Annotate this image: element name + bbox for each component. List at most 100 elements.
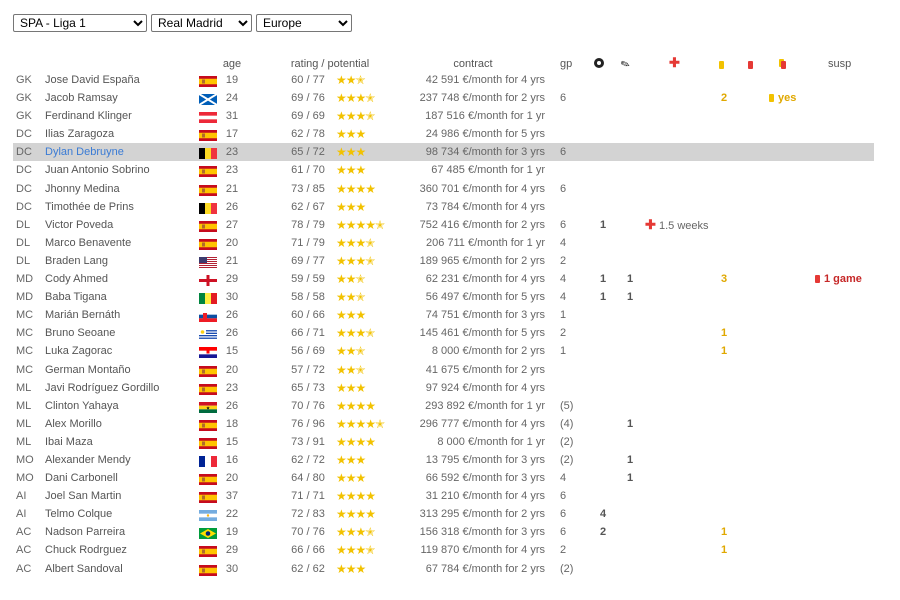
player-name-link[interactable]: Jose David España (45, 71, 195, 89)
player-name-link[interactable]: Ilias Zaragoza (45, 125, 195, 143)
table-row[interactable]: MO Dani Carbonell 20 64 / 80 ★★★ 66 592 €/mon… (13, 469, 874, 487)
susp-header[interactable]: susp (828, 57, 851, 71)
player-name-link[interactable]: Victor Poveda (45, 216, 195, 234)
player-name-link[interactable]: Javi Rodríguez Gordillo (45, 379, 195, 397)
table-row[interactable]: AC Albert Sandoval 30 62 / 62 ★★★ 67 784 €/mo… (13, 560, 874, 578)
age-header[interactable]: age (219, 57, 245, 71)
contract-header[interactable]: contract (423, 57, 523, 71)
table-row[interactable]: ML Alex Morillo 18 76 / 96 ★★★★✭ 296 777 €/mo… (13, 415, 874, 433)
player-name-link[interactable]: Marco Benavente (45, 234, 195, 252)
table-row[interactable]: ML Javi Rodríguez Gordillo 23 65 / 73 ★★★ 97 … (13, 379, 874, 397)
position-cell: DC (16, 182, 32, 195)
star-rating-icon: ★★★★ (336, 181, 376, 196)
player-name-link[interactable]: Dani Carbonell (45, 469, 195, 487)
star-rating-icon: ★★✭ (336, 290, 366, 305)
spain-flag-icon (199, 129, 217, 142)
table-row[interactable]: ML Clinton Yahaya ★ 26 70 / 76 ★★★★ 293 892 €/… (13, 397, 874, 415)
player-name-link[interactable]: Chuck Rodrguez (45, 541, 195, 559)
player-name-link[interactable]: Marián Bernáth (45, 306, 195, 324)
contract-cell: 67 485 €/month for 1 yr (431, 164, 545, 177)
region-select[interactable]: Europe (256, 14, 352, 32)
player-name-link[interactable]: Cody Ahmed (45, 270, 195, 288)
contract-cell: 73 784 €/month for 4 yrs (425, 200, 545, 213)
red-card-icon[interactable] (748, 58, 757, 72)
table-row[interactable]: MC Marián Bernáth 26 60 / 66 ★★★ 74 751 €/mon… (13, 306, 874, 324)
player-name-link[interactable]: Nadson Parreira (45, 523, 195, 541)
rating-value: 60 (291, 309, 304, 322)
table-row[interactable]: ML Ibai Maza 15 73 / 91 ★★★★ 8 000 €/month fo… (13, 433, 874, 451)
table-row[interactable]: DC Ilias Zaragoza 17 62 / 78 ★★★ 24 986 €/mon… (13, 125, 874, 143)
position-cell: DC (16, 146, 32, 159)
rating-header[interactable]: rating / potential (275, 57, 385, 71)
soccer-ball-icon[interactable] (594, 58, 604, 72)
games-played-cell: 6 (560, 218, 567, 231)
rating-value: 69 (291, 110, 304, 123)
player-name-link[interactable]: Alexander Mendy (45, 451, 195, 469)
player-name-link[interactable]: Dylan Debruyne (45, 143, 195, 161)
league-select[interactable]: SPA - Liga 1 (13, 14, 147, 32)
player-name-link[interactable]: Albert Sandoval (45, 560, 195, 578)
player-name-link[interactable]: Joel San Martin (45, 487, 195, 505)
potential-value: 77 (312, 254, 325, 267)
usa-flag-icon (199, 256, 217, 268)
gp-header[interactable]: gp (560, 57, 582, 71)
player-name-link[interactable]: Bruno Seoane (45, 324, 195, 342)
table-row[interactable]: AC Nadson Parreira 19 70 / 76 ★★★✭ 156 318 €/… (13, 523, 874, 541)
player-name-link[interactable]: Ibai Maza (45, 433, 195, 451)
games-played-cell: (4) (560, 417, 574, 430)
star-rating-icon: ★★★✭ (336, 235, 375, 250)
player-name-link[interactable]: Juan Antonio Sobrino (45, 161, 195, 179)
potential-value: 76 (312, 92, 325, 105)
player-name-link[interactable]: Ferdinand Klinger (45, 107, 195, 125)
player-name-link[interactable]: Braden Lang (45, 252, 195, 270)
table-row[interactable]: MO Alexander Mendy 16 62 / 72 ★★★ 13 795 €/mo… (13, 451, 874, 469)
contract-cell: 97 924 €/month for 4 yrs (425, 381, 545, 394)
table-row[interactable]: MC Bruno Seoane 26 66 / 71 ★★★✭ 145 461 €/mon… (13, 324, 874, 342)
player-name-link[interactable]: Luka Zagorac (45, 342, 195, 360)
table-row[interactable]: DL Braden Lang 21 69 / 77 ★★★✭ 189 965 €/mont… (13, 252, 874, 270)
position-cell: MC (16, 309, 34, 322)
table-row[interactable]: MC German Montaño 20 57 / 72 ★★✭ 41 675 €/mon… (13, 361, 874, 379)
yellow-red-card-icon[interactable] (781, 58, 790, 72)
player-name-link[interactable]: Timothée de Prins (45, 198, 195, 216)
yellow-card-icon[interactable] (719, 58, 728, 72)
table-row[interactable]: AI Telmo Colque 22 72 / 83 ★★★★ 313 295 €/mon… (13, 505, 874, 523)
games-played-cell: 6 (560, 182, 567, 195)
player-name-link[interactable]: Baba Tigana (45, 288, 195, 306)
potential-value: 91 (312, 435, 325, 448)
player-name-link[interactable]: Clinton Yahaya (45, 397, 195, 415)
player-name-link[interactable]: Alex Morillo (45, 415, 195, 433)
potential-value: 62 (312, 562, 325, 575)
table-row[interactable]: DC Timothée de Prins 26 62 / 67 ★★★ 73 784 €/… (13, 198, 874, 216)
rating-value: 56 (291, 345, 304, 358)
team-select[interactable]: Real Madrid (151, 14, 252, 32)
player-name-link[interactable]: Telmo Colque (45, 505, 195, 523)
red-cross-icon[interactable]: ✚ (669, 56, 680, 71)
player-name-link[interactable]: Jhonny Medina (45, 180, 195, 198)
table-row[interactable]: MD Baba Tigana 30 58 / 58 ★★✭ 56 497 €/month … (13, 288, 874, 306)
player-name-link[interactable]: German Montaño (45, 361, 195, 379)
suspension-cell: 1 game (815, 270, 885, 288)
table-row[interactable]: MC Luka Zagorac 15 56 / 69 ★★✭ 8 000 €/month … (13, 342, 874, 360)
position-cell: DL (16, 218, 31, 231)
table-row[interactable]: AC Chuck Rodrguez 29 66 / 66 ★★★✭ 119 870 €/m… (13, 541, 874, 559)
rating-value: 73 (291, 182, 304, 195)
potential-value: 66 (312, 309, 325, 322)
yellow-cards-cell: 1 (720, 345, 728, 358)
table-row[interactable]: DC Juan Antonio Sobrino 23 61 / 70 ★★★ 67 485… (13, 161, 874, 179)
rating-value: 65 (291, 146, 304, 159)
table-row[interactable]: DL Victor Poveda 27 78 / 79 ★★★★✭ 752 416 €/m… (13, 216, 874, 234)
player-name-link[interactable]: Jacob Ramsay (45, 89, 195, 107)
position-cell: AI (16, 490, 27, 503)
table-row[interactable]: DC Dylan Debruyne 23 65 / 72 ★★★ 98 734 €/mon… (13, 143, 874, 162)
star-rating-icon: ★★★ (336, 471, 366, 486)
potential-value: 83 (312, 508, 325, 521)
table-row[interactable]: AI Joel San Martin 37 71 / 71 ★★★★ 31 210 €/m… (13, 487, 874, 505)
table-row[interactable]: GK Ferdinand Klinger 31 69 / 69 ★★★✭ 187 516 … (13, 107, 874, 125)
table-row[interactable]: GK Jacob Ramsay 24 69 / 76 ★★★✭ 237 748 €/mon… (13, 89, 874, 107)
boot-icon[interactable]: ✎ (619, 58, 632, 72)
table-row[interactable]: GK Jose David España 19 60 / 77 ★★✭ 42 591 €/… (13, 71, 874, 89)
table-row[interactable]: DL Marco Benavente 20 71 / 79 ★★★✭ 206 711 €/… (13, 234, 874, 252)
table-row[interactable]: DC Jhonny Medina 21 73 / 85 ★★★★ 360 701 €/mo… (13, 180, 874, 198)
table-row[interactable]: MD Cody Ahmed 29 59 / 59 ★★✭ 62 231 €/month f… (13, 270, 874, 288)
